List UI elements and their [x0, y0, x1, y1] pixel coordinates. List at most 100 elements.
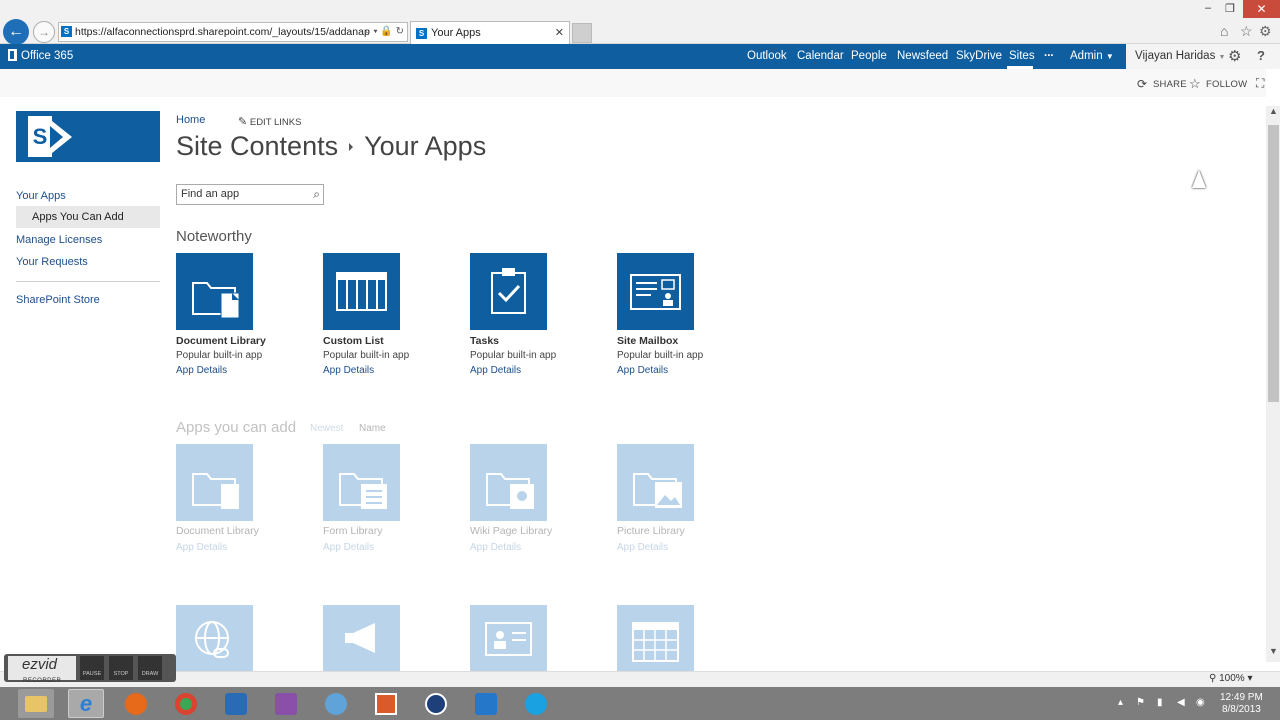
find-app-search-input[interactable]: Find an app ⌕	[176, 184, 324, 205]
suite-link-outlook[interactable]: Outlook	[747, 50, 787, 62]
app-tile-custom-list[interactable]	[323, 253, 400, 330]
internet-explorer-icon[interactable]: e	[68, 689, 104, 718]
ezvid-logo: ezvid RECORDER	[8, 656, 76, 684]
app-tile-picture-library[interactable]	[617, 444, 694, 521]
tray-icon[interactable]: ▮	[1157, 697, 1163, 708]
app-tile-form-library[interactable]	[323, 444, 400, 521]
wiki-page-library-icon	[486, 473, 534, 509]
suite-link-sites[interactable]: Sites	[1009, 50, 1035, 62]
app-details-link[interactable]: App Details	[323, 365, 374, 376]
sort-name-link[interactable]: Name	[359, 423, 386, 434]
zoom-level[interactable]: ⚲ 100% ▾	[1209, 673, 1253, 684]
nav-item-sharepoint-store[interactable]: SharePoint Store	[16, 294, 100, 306]
home-icon[interactable]: ⌂	[1220, 23, 1228, 39]
browser-tab[interactable]: S Your Apps ✕	[410, 21, 570, 44]
help-icon[interactable]: ?	[1257, 48, 1265, 63]
app-name[interactable]: Custom List	[323, 335, 384, 347]
nav-item-apps-you-can-add[interactable]: Apps You Can Add	[32, 211, 124, 223]
follow-button[interactable]: FOLLOW	[1206, 79, 1247, 90]
app-tile-announcements[interactable]	[323, 605, 400, 671]
scroll-down-icon[interactable]: ▼	[1269, 646, 1278, 656]
suite-link-people[interactable]: People	[851, 50, 887, 62]
tab-favicon-icon: S	[416, 28, 427, 39]
clock-time: 12:49 PM	[1220, 692, 1263, 703]
app-name[interactable]: Site Mailbox	[617, 335, 678, 347]
site-logo[interactable]: S	[16, 111, 160, 162]
nav-item-manage-licenses[interactable]: Manage Licenses	[16, 234, 102, 246]
suite-link-calendar[interactable]: Calendar	[797, 50, 844, 62]
chrome-icon[interactable]	[168, 689, 204, 718]
app-tile-calendar[interactable]	[617, 605, 694, 671]
pause-button[interactable]: PAUSE	[80, 656, 104, 680]
hp-icon[interactable]	[418, 689, 454, 718]
tray-expand-icon[interactable]: ▴	[1118, 697, 1123, 708]
suite-link-skydrive[interactable]: SkyDrive	[956, 50, 1002, 62]
app-icon[interactable]	[218, 689, 254, 718]
app-details-link[interactable]: App Details	[470, 365, 521, 376]
app-name[interactable]: Form Library	[323, 525, 383, 537]
nav-item-your-apps[interactable]: Your Apps	[16, 190, 66, 202]
app-details-link[interactable]: App Details	[323, 542, 374, 553]
share-button[interactable]: SHARE	[1153, 79, 1187, 90]
app-details-link[interactable]: App Details	[470, 542, 521, 553]
tab-close-icon[interactable]: ✕	[555, 22, 564, 44]
scroll-up-icon[interactable]: ▲	[1269, 106, 1278, 116]
tray-icon[interactable]: ◉	[1196, 697, 1205, 708]
firefox-icon[interactable]	[118, 689, 154, 718]
stop-button[interactable]: STOP	[109, 656, 133, 680]
app-tile-site-mailbox[interactable]	[617, 253, 694, 330]
network-icon[interactable]: ⚑	[1136, 697, 1145, 708]
search-icon[interactable]: ⌕	[313, 185, 320, 204]
system-clock[interactable]: 12:49 PM 8/8/2013	[1220, 692, 1263, 716]
file-explorer-icon[interactable]	[18, 689, 54, 718]
settings-gear-icon[interactable]: ⚙	[1228, 47, 1241, 65]
user-menu[interactable]: Vijayan Haridas ▼ ⚙ ?	[1126, 44, 1280, 69]
back-button[interactable]: ←	[3, 19, 29, 45]
app-tile-wiki-page-library[interactable]	[470, 444, 547, 521]
suite-link-newsfeed[interactable]: Newsfeed	[897, 50, 948, 62]
app-details-link[interactable]: App Details	[617, 365, 668, 376]
app-icon[interactable]	[318, 689, 354, 718]
address-controls[interactable]: ⌕ ▾ 🔒 ↻	[365, 23, 404, 41]
tools-gear-icon[interactable]: ⚙	[1259, 23, 1272, 40]
app-name[interactable]: Document Library	[176, 335, 266, 347]
breadcrumb-home[interactable]: Home	[176, 114, 205, 126]
favorites-star-icon[interactable]: ☆	[1240, 23, 1253, 40]
draw-button[interactable]: DRAW	[138, 656, 162, 680]
mouse-cursor-icon	[1192, 170, 1206, 188]
app-icon[interactable]	[368, 689, 404, 718]
app-name[interactable]: Document Library	[176, 525, 259, 537]
suite-more-button[interactable]: ...	[1044, 47, 1054, 59]
scrollbar-thumb[interactable]	[1268, 125, 1279, 402]
forward-button[interactable]: →	[33, 21, 55, 43]
app-name[interactable]: Picture Library	[617, 525, 685, 537]
app-icon[interactable]	[268, 689, 304, 718]
title-site-contents[interactable]: Site Contents	[176, 131, 338, 161]
address-bar[interactable]: S https://alfaconnectionsprd.sharepoint.…	[58, 22, 408, 42]
volume-icon[interactable]: ◀	[1177, 697, 1185, 708]
app-tile-tasks[interactable]	[470, 253, 547, 330]
office365-brand[interactable]: Office 365	[8, 49, 73, 62]
app-details-link[interactable]: App Details	[617, 542, 668, 553]
lync-icon[interactable]	[468, 689, 504, 718]
app-tile-document-library[interactable]	[176, 444, 253, 521]
suite-link-admin[interactable]: Admin ▼	[1070, 50, 1114, 62]
minimize-icon[interactable]: ‒	[1205, 2, 1211, 14]
window-close-icon[interactable]: ✕	[1243, 0, 1280, 18]
app-tile-links[interactable]	[176, 605, 253, 671]
chevron-down-icon: ▼	[1218, 54, 1226, 61]
app-name[interactable]: Tasks	[470, 335, 499, 347]
app-tile-document-library[interactable]	[176, 253, 253, 330]
focus-content-icon[interactable]: ⛶	[1256, 76, 1265, 91]
sort-newest-link[interactable]: Newest	[310, 423, 343, 434]
app-details-link[interactable]: App Details	[176, 365, 227, 376]
edit-links-button[interactable]: ✎ EDIT LINKS	[238, 115, 301, 128]
skype-icon[interactable]	[518, 689, 554, 718]
app-tile-contacts[interactable]	[470, 605, 547, 671]
user-name[interactable]: Vijayan Haridas ▼	[1135, 50, 1225, 62]
nav-item-your-requests[interactable]: Your Requests	[16, 256, 88, 268]
app-details-link[interactable]: App Details	[176, 542, 227, 553]
app-name[interactable]: Wiki Page Library	[470, 525, 552, 537]
restore-icon[interactable]: ❐	[1225, 2, 1235, 15]
new-tab-button[interactable]	[572, 23, 592, 43]
